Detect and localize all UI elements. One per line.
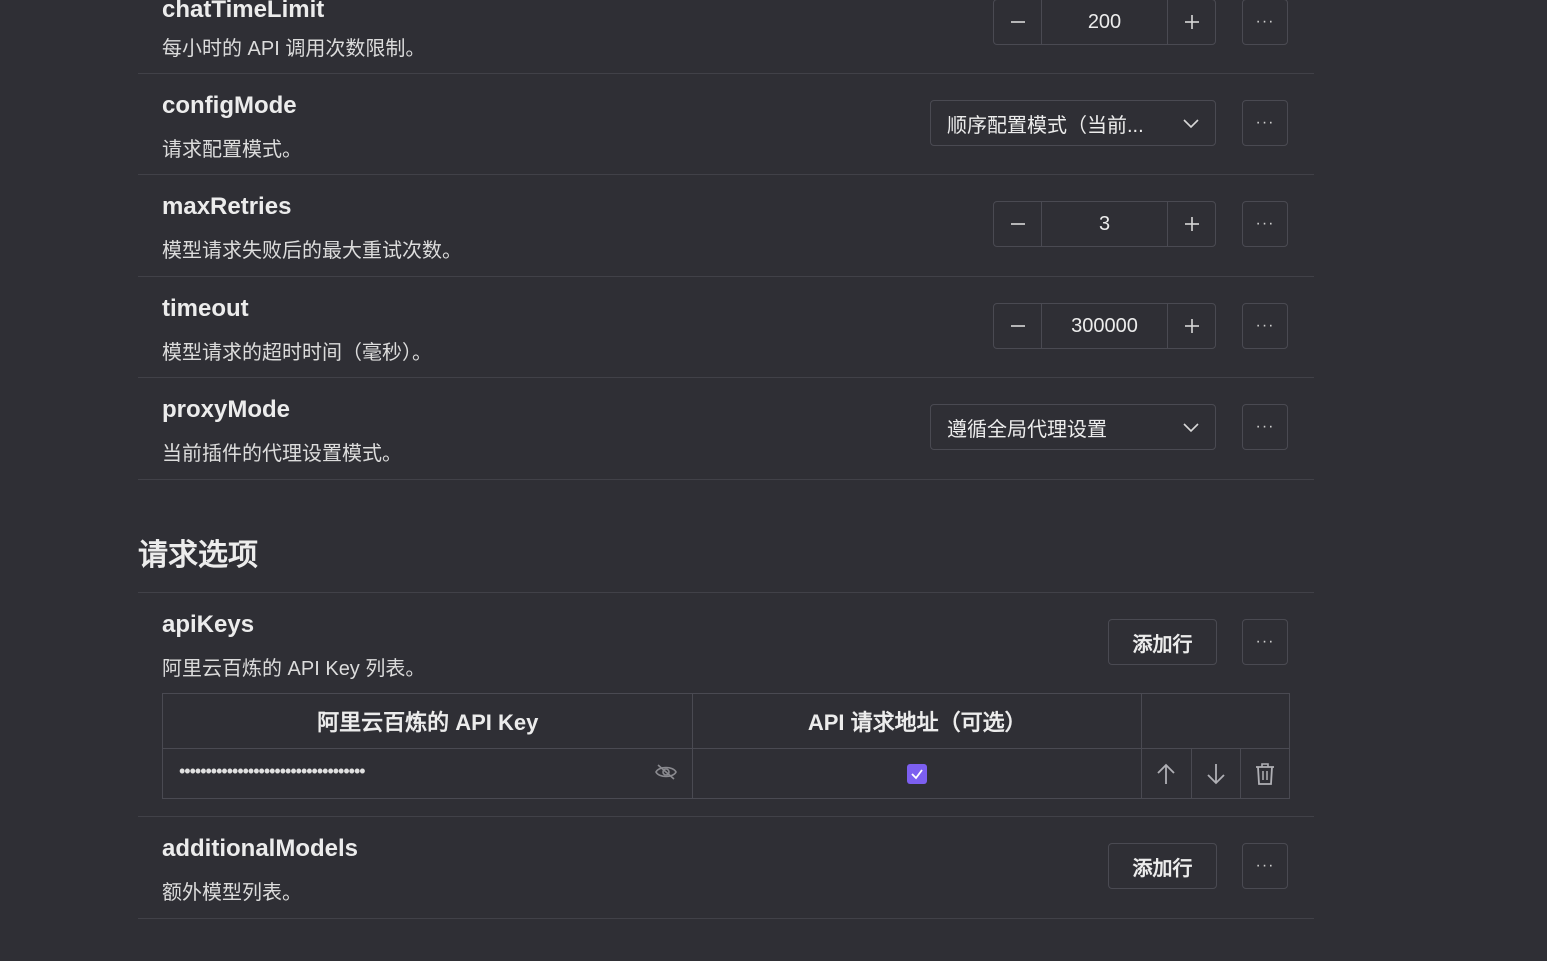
increment-button[interactable] [1167, 304, 1215, 348]
setting-row-chat-time-limit: chatTimeLimit 每小时的 API 调用次数限制。 200 ··· [138, 0, 1314, 74]
setting-row-config-mode: configMode 请求配置模式。 顺序配置模式（当前... ··· [138, 74, 1314, 175]
minus-icon [1010, 223, 1025, 225]
stepper-value[interactable]: 200 [1042, 0, 1167, 44]
setting-title: timeout [162, 295, 249, 322]
setting-row-max-retries: maxRetries 模型请求失败后的最大重试次数。 3 ··· [138, 175, 1314, 277]
check-icon [911, 768, 923, 779]
arrow-down-icon [1207, 763, 1225, 784]
move-up-button[interactable] [1142, 749, 1191, 798]
setting-description: 当前插件的代理设置模式。 [162, 443, 402, 465]
setting-description: 阿里云百炼的 API Key 列表。 [162, 658, 426, 680]
more-button[interactable]: ··· [1242, 619, 1288, 665]
more-button[interactable]: ··· [1242, 0, 1288, 45]
more-icon: ··· [1255, 633, 1275, 650]
setting-title: configMode [162, 92, 297, 119]
move-down-button[interactable] [1190, 749, 1240, 798]
more-icon: ··· [1255, 215, 1275, 232]
plus-icon [1184, 15, 1199, 29]
more-button[interactable]: ··· [1242, 201, 1288, 247]
chevron-down-icon [1167, 421, 1215, 433]
column-header-api-key: 阿里云百炼的 API Key [161, 693, 694, 749]
more-icon: ··· [1255, 13, 1275, 30]
section-title: 请求选项 [138, 539, 258, 572]
more-icon: ··· [1255, 114, 1275, 131]
more-button[interactable]: ··· [1242, 843, 1288, 889]
more-icon: ··· [1255, 317, 1275, 334]
setting-row-proxy-mode: proxyMode 当前插件的代理设置模式。 遵循全局代理设置 ··· [138, 378, 1314, 480]
api-key-field[interactable]: ••••••••••••••••••••••••••••••••••• [163, 749, 692, 798]
max-retries-stepper: 3 [993, 201, 1216, 247]
table-header-row: 阿里云百炼的 API Key API 请求地址（可选） [161, 693, 1291, 749]
arrow-up-icon [1157, 763, 1176, 784]
setting-title: chatTimeLimit [162, 0, 325, 23]
proxy-mode-select[interactable]: 遵循全局代理设置 [930, 404, 1216, 450]
select-value: 遵循全局代理设置 [947, 418, 1107, 441]
setting-description: 模型请求失败后的最大重试次数。 [162, 240, 462, 262]
table-row: ••••••••••••••••••••••••••••••••••• [161, 748, 1291, 799]
setting-title: additionalModels [162, 835, 359, 862]
api-keys-table: 阿里云百炼的 API Key API 请求地址（可选） ••••••••••••… [161, 693, 1291, 799]
trash-icon [1255, 762, 1274, 785]
add-row-button[interactable]: 添加行 [1108, 843, 1217, 889]
more-icon: ··· [1255, 418, 1275, 435]
setting-description: 请求配置模式。 [162, 139, 302, 161]
more-button[interactable]: ··· [1242, 404, 1288, 450]
increment-button[interactable] [1167, 0, 1215, 44]
more-icon: ··· [1255, 857, 1275, 874]
row-actions-cell [1140, 748, 1291, 799]
api-endpoint-cell [692, 748, 1142, 799]
setting-row-additional-models: additionalModels 额外模型列表。 添加行 ··· [138, 817, 1314, 919]
api-key-cell: ••••••••••••••••••••••••••••••••••• [161, 748, 694, 799]
setting-row-timeout: timeout 模型请求的超时时间（毫秒）。 300000 ··· [138, 277, 1314, 378]
endpoint-checkbox[interactable] [907, 763, 928, 784]
minus-icon [1010, 21, 1025, 23]
timeout-stepper: 300000 [993, 303, 1216, 349]
setting-description: 模型请求的超时时间（毫秒）。 [162, 342, 432, 364]
plus-icon [1184, 319, 1199, 333]
decrement-button[interactable] [994, 0, 1042, 44]
setting-description: 每小时的 API 调用次数限制。 [162, 38, 426, 60]
more-button[interactable]: ··· [1242, 100, 1288, 146]
increment-button[interactable] [1167, 202, 1215, 246]
plus-icon [1184, 217, 1199, 231]
setting-title: proxyMode [162, 396, 291, 423]
decrement-button[interactable] [994, 304, 1042, 348]
add-row-button[interactable]: 添加行 [1108, 619, 1217, 665]
chat-time-limit-stepper: 200 [993, 0, 1216, 45]
select-value: 顺序配置模式（当前... [947, 114, 1144, 137]
config-mode-select[interactable]: 顺序配置模式（当前... [930, 100, 1216, 146]
delete-row-button[interactable] [1239, 749, 1289, 798]
minus-icon [1010, 325, 1025, 327]
column-header-api-endpoint: API 请求地址（可选） [692, 693, 1142, 749]
stepper-value[interactable]: 300000 [1042, 304, 1167, 348]
stepper-value[interactable]: 3 [1042, 202, 1167, 246]
decrement-button[interactable] [994, 202, 1042, 246]
settings-page: chatTimeLimit 每小时的 API 调用次数限制。 200 ··· c… [0, 0, 1547, 961]
eye-off-icon[interactable] [654, 762, 678, 787]
setting-description: 额外模型列表。 [162, 882, 302, 904]
setting-title: apiKeys [162, 611, 255, 638]
api-key-masked-value: ••••••••••••••••••••••••••••••••••• [179, 761, 366, 781]
chevron-down-icon [1167, 117, 1215, 129]
more-button[interactable]: ··· [1242, 303, 1288, 349]
setting-title: maxRetries [162, 193, 292, 220]
column-header-actions [1140, 693, 1291, 749]
